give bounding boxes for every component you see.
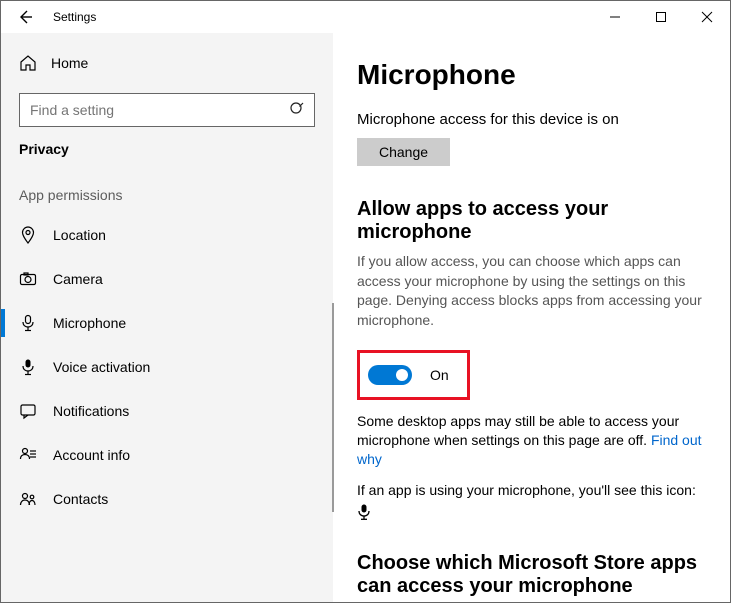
location-icon — [19, 226, 37, 244]
window-title: Settings — [53, 10, 96, 24]
main-content: Microphone Microphone access for this de… — [333, 33, 730, 602]
sidebar-item-label: Location — [53, 227, 106, 243]
toggle-state-label: On — [430, 367, 449, 383]
sidebar-item-label: Account info — [53, 447, 130, 463]
close-button[interactable] — [684, 1, 730, 33]
sidebar-item-voice-activation[interactable]: Voice activation — [1, 345, 333, 389]
mic-in-use-icon — [357, 504, 706, 520]
allow-apps-toggle[interactable] — [368, 365, 412, 385]
notifications-icon — [19, 402, 37, 420]
sidebar-item-label: Voice activation — [53, 359, 150, 375]
sidebar-item-camera[interactable]: Camera — [1, 257, 333, 301]
sidebar-item-label: Notifications — [53, 403, 129, 419]
desktop-note-text: Some desktop apps may still be able to a… — [357, 413, 679, 448]
highlight-box: On — [357, 350, 470, 400]
search-icon — [289, 101, 305, 117]
account-icon — [19, 446, 37, 464]
change-button[interactable]: Change — [357, 138, 450, 166]
sidebar-item-label: Contacts — [53, 491, 108, 507]
scrollbar[interactable] — [332, 303, 334, 512]
camera-icon — [19, 270, 37, 288]
home-icon — [19, 54, 37, 72]
contacts-icon — [19, 490, 37, 508]
sidebar-item-contacts[interactable]: Contacts — [1, 477, 333, 521]
search-input[interactable] — [19, 93, 315, 127]
desktop-apps-note: Some desktop apps may still be able to a… — [357, 412, 706, 469]
sidebar-item-label: Microphone — [53, 315, 126, 331]
sidebar-item-home[interactable]: Home — [1, 43, 333, 83]
sidebar-item-label: Camera — [53, 271, 103, 287]
group-header: App permissions — [1, 187, 333, 203]
sidebar-item-notifications[interactable]: Notifications — [1, 389, 333, 433]
allow-heading: Allow apps to access your microphone — [357, 198, 706, 244]
sidebar-item-account-info[interactable]: Account info — [1, 433, 333, 477]
in-use-note: If an app is using your microphone, you'… — [357, 481, 706, 500]
back-button[interactable] — [15, 9, 35, 25]
microphone-icon — [19, 314, 37, 332]
allow-description: If you allow access, you can choose whic… — [357, 252, 706, 330]
toggle-knob — [396, 369, 408, 381]
voice-icon — [19, 358, 37, 376]
sidebar-item-microphone[interactable]: Microphone — [1, 301, 333, 345]
home-label: Home — [51, 55, 88, 71]
category-header: Privacy — [1, 141, 333, 157]
minimize-button[interactable] — [592, 1, 638, 33]
store-apps-heading: Choose which Microsoft Store apps can ac… — [357, 552, 706, 598]
sidebar-item-location[interactable]: Location — [1, 213, 333, 257]
maximize-button[interactable] — [638, 1, 684, 33]
page-title: Microphone — [357, 59, 706, 91]
sidebar: Home Privacy App permissions Location — [1, 33, 333, 602]
device-access-status: Microphone access for this device is on — [357, 111, 706, 128]
